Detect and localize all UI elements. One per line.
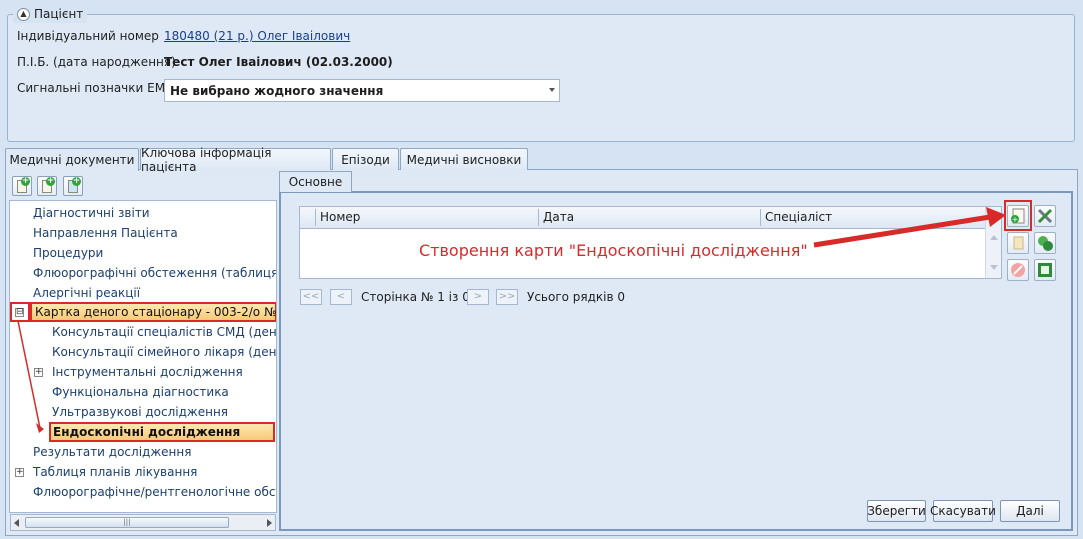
add-chart-button[interactable]: + bbox=[63, 176, 83, 196]
column-date[interactable]: Дата bbox=[543, 210, 574, 224]
add-search-button[interactable]: + bbox=[12, 176, 32, 196]
create-document-icon: + bbox=[1011, 208, 1025, 224]
signals-combo[interactable]: Не вибрано жодного значення bbox=[164, 79, 560, 102]
scroll-right-icon[interactable] bbox=[267, 519, 272, 527]
tools-icon bbox=[1037, 208, 1053, 224]
scroll-left-icon[interactable] bbox=[14, 519, 19, 527]
annotation-arrow bbox=[813, 207, 1006, 248]
pager-total: Усього рядків 0 bbox=[527, 290, 626, 304]
individual-number-label: Індивідуальний номер bbox=[17, 29, 159, 43]
patient-legend[interactable]: ▲ Пацієнт bbox=[13, 5, 88, 23]
save-button[interactable]: Зберегти bbox=[867, 500, 926, 522]
collapse-icon[interactable]: ▲ bbox=[17, 7, 30, 21]
refresh-icon bbox=[1038, 236, 1053, 251]
scroll-down-icon[interactable] bbox=[990, 265, 998, 270]
export-button[interactable] bbox=[1034, 259, 1056, 281]
pager-prev-button[interactable]: < bbox=[330, 289, 352, 305]
cancel-button[interactable]: Скасувати bbox=[930, 500, 996, 522]
pager-next-button[interactable]: > bbox=[467, 289, 489, 305]
tools-button[interactable] bbox=[1034, 205, 1056, 227]
individual-number-link[interactable]: 180480 (21 р.) Олег Іваілович bbox=[164, 29, 350, 43]
export-icon bbox=[1038, 263, 1052, 277]
pager-first-button[interactable]: << bbox=[300, 289, 322, 305]
svg-text:+: + bbox=[1012, 215, 1019, 224]
attach-button[interactable] bbox=[1007, 232, 1029, 254]
add-document-button[interactable]: + bbox=[37, 176, 57, 196]
pager-page-text: Сторінка № 1 із 0 bbox=[361, 290, 470, 304]
next-button[interactable]: Далі bbox=[1000, 500, 1060, 522]
name-label: П.І.Б. (дата народження) bbox=[17, 55, 176, 69]
document-tree[interactable]: Діагностичні звіти Направлення Пацієнта … bbox=[9, 200, 277, 513]
tab-episodes[interactable]: Епізоди bbox=[332, 148, 399, 170]
tab-main[interactable]: Основне bbox=[279, 171, 352, 192]
chevron-down-icon[interactable] bbox=[549, 88, 555, 92]
tab-key-info[interactable]: Ключова інформація пацієнта bbox=[140, 146, 331, 174]
annotation-text: Створення карти "Ендоскопічні дослідженн… bbox=[419, 241, 808, 260]
signals-label: Сигнальні позначки ЕМК bbox=[17, 81, 174, 95]
column-number[interactable]: Номер bbox=[320, 210, 360, 224]
pager-last-button[interactable]: >> bbox=[496, 289, 518, 305]
annotation-arrow-tree bbox=[17, 320, 44, 433]
delete-icon bbox=[1011, 263, 1025, 277]
patient-legend-label: Пацієнт bbox=[34, 7, 84, 21]
delete-button[interactable] bbox=[1007, 259, 1029, 281]
tree-horizontal-scrollbar[interactable]: ||| bbox=[10, 514, 276, 531]
tab-medical-documents[interactable]: Медичні документи bbox=[5, 148, 139, 171]
name-value: Тест Олег Іваілович (02.03.2000) bbox=[164, 55, 393, 69]
create-document-button[interactable]: + bbox=[1007, 205, 1029, 227]
refresh-button[interactable] bbox=[1034, 232, 1056, 254]
scroll-thumb[interactable]: ||| bbox=[25, 517, 229, 528]
signals-combo-value: Не вибрано жодного значення bbox=[170, 83, 384, 98]
attach-icon bbox=[1013, 236, 1024, 250]
tab-medical-conclusions[interactable]: Медичні висновки bbox=[400, 148, 528, 170]
